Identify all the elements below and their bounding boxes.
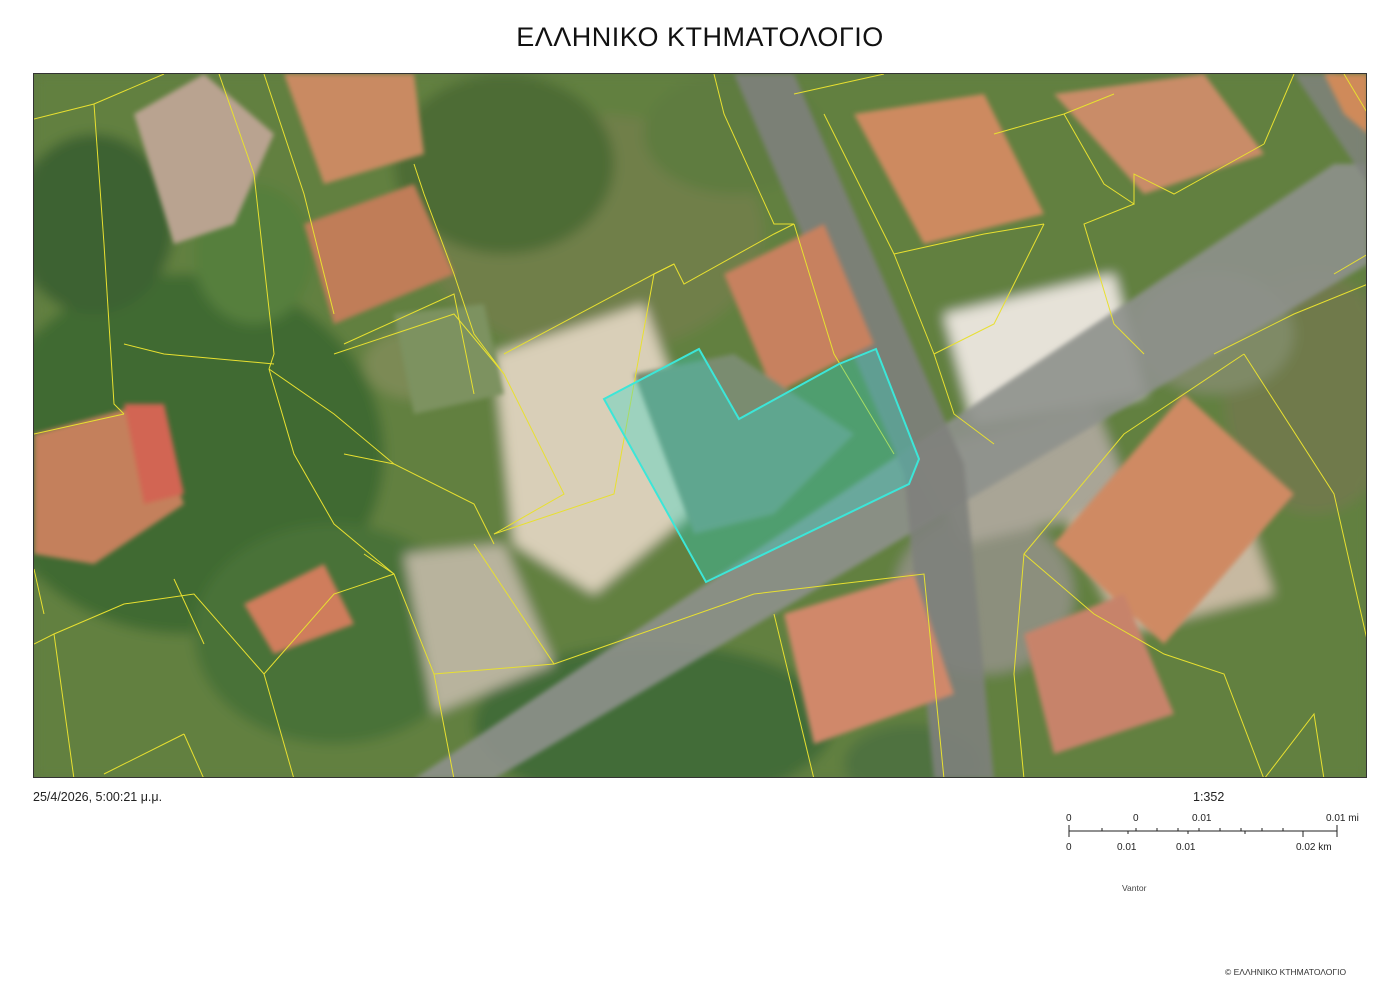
map-canvas[interactable]: [34, 74, 1367, 778]
scale-top-label-3: 0.01 mi: [1326, 813, 1359, 824]
scale-bar: 0 0 0.01 0.01 mi 0 0.01 0.01 0.02 km: [1060, 810, 1360, 860]
scale-bottom-label-3: 0.02 km: [1296, 842, 1332, 853]
page-title: ΕΛΛΗΝΙΚΟ ΚΤΗΜΑΤΟΛΟΓΙΟ: [516, 22, 884, 52]
scale-top-label-2: 0.01: [1192, 813, 1212, 824]
scale-bottom-label-0: 0: [1066, 842, 1072, 853]
copyright-notice: © ΕΛΛΗΝΙΚΟ ΚΤΗΜΑΤΟΛΟΓΙΟ: [1225, 967, 1347, 977]
scale-bottom-label-2: 0.01: [1176, 842, 1196, 853]
scale-top-label-0: 0: [1066, 813, 1072, 824]
print-datetime: 25/4/2026, 5:00:21 μ.μ.: [33, 790, 163, 804]
scale-top-label-1: 0: [1133, 813, 1139, 824]
scale-ratio: 1:352: [1193, 790, 1225, 804]
imagery-attribution: Vantor: [1122, 883, 1147, 893]
scale-bottom-label-1: 0.01: [1117, 842, 1137, 853]
map-view[interactable]: [33, 73, 1367, 778]
